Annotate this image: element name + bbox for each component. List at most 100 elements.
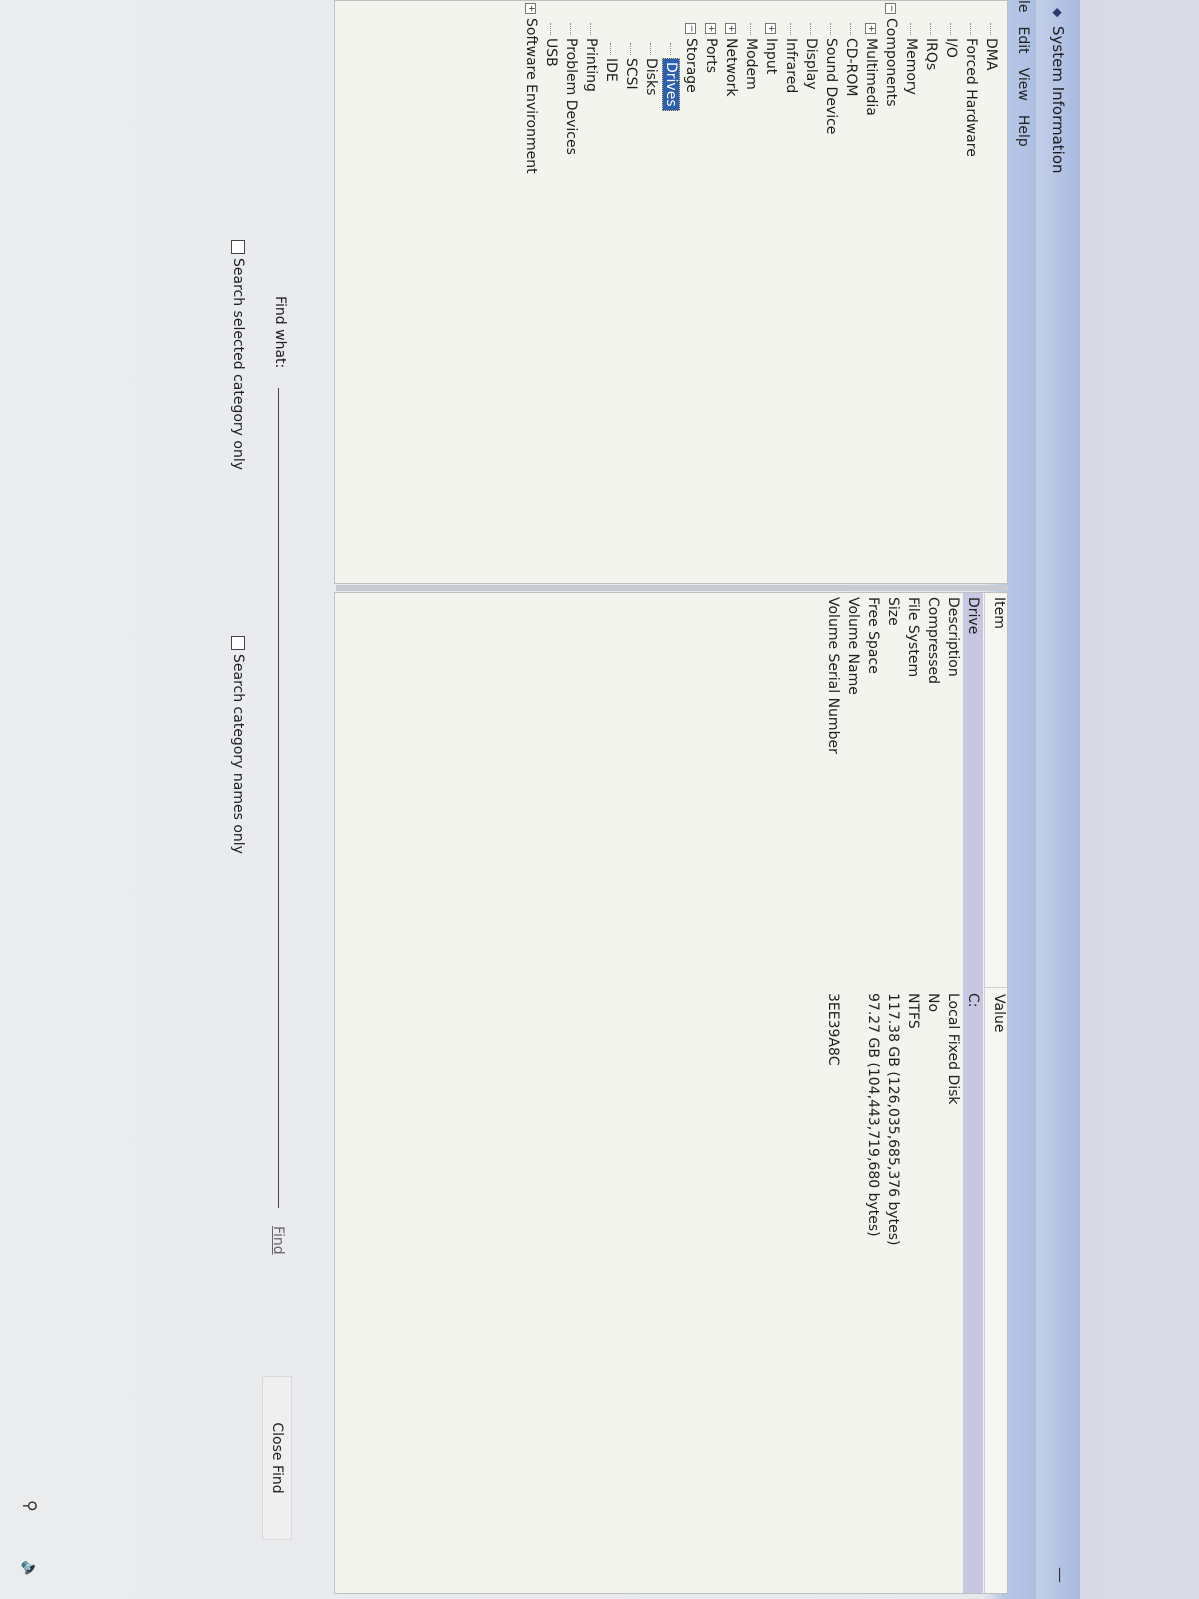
checkbox-box[interactable] [231,636,245,650]
item-cell: Compressed [925,597,941,685]
tree-item-label: Memory [903,38,919,95]
expand-icon[interactable]: + [705,23,717,34]
tree-connector [810,23,812,35]
tree-item-label: DMA [983,38,999,71]
tree-connector [610,43,612,55]
tree-item[interactable]: USB [541,23,561,67]
tree-item[interactable]: + Input [761,23,781,74]
expand-icon[interactable]: + [525,3,537,14]
item-cell: File System [905,597,921,678]
photo-background: hp ◆ System Information — le Edit View H… [0,0,1199,1599]
search-selected-category-checkbox[interactable]: Search selected category only [230,240,246,470]
collapse-icon[interactable]: − [685,23,697,34]
tray-network-icon[interactable]: ⚲ [21,1500,40,1512]
pane-splitter[interactable] [336,585,1008,591]
tree-item[interactable]: Drives [661,43,681,111]
tree-item[interactable]: IDE [601,43,621,82]
tree-item[interactable]: SCSI [621,43,641,90]
tree-item[interactable]: Display [801,23,821,90]
column-item-header[interactable]: Item [985,593,1007,988]
tree-item-label: Display [803,38,819,90]
tree-item[interactable]: DMA [981,23,1001,70]
main-content: DMA Forced Hardware I/O IRQs Memory − Componen… [328,0,1008,1599]
tree-item-label: Modem [743,38,759,90]
item-cell: Size [885,597,901,626]
details-row[interactable]: Drive C: [963,593,983,1593]
checkbox-label: Search selected category only [230,258,246,471]
tree-item[interactable]: Problem Devices [561,23,581,155]
tree-item[interactable]: IRQs [921,23,941,70]
tree-item[interactable]: + Ports [701,23,721,73]
tree-connector [630,43,632,55]
tree-connector [990,23,992,35]
tree-item-label: Network [723,38,739,97]
tree-item[interactable]: Modem [741,23,761,90]
tray-volume-icon[interactable]: 🔈 [21,1560,40,1580]
tree-connector [570,23,572,35]
details-row[interactable]: Free Space 97.27 GB (104,443,719,680 byte… [863,593,883,1593]
tree-item[interactable]: − Components [881,3,901,107]
tree-item[interactable]: Disks [641,43,661,95]
value-cell: C: [965,993,981,1008]
expand-icon[interactable]: + [765,23,777,34]
tree-item-label: Ports [703,38,719,74]
menu-edit[interactable]: Edit [1015,27,1031,54]
column-value-header[interactable]: Value [985,988,1007,1593]
tree-item[interactable]: + Software Environment [521,3,541,174]
tree-connector [930,23,932,35]
tree-connector [950,23,952,35]
expand-icon[interactable]: + [725,23,737,34]
tree-item-label: Disks [643,58,659,96]
tree-connector [790,23,792,35]
checkbox-label: Search category names only [230,654,246,854]
collapse-icon[interactable]: − [885,3,897,14]
tree-item[interactable]: + Multimedia [861,23,881,116]
menu-view[interactable]: View [1015,68,1031,101]
window-title: System Information [1049,26,1067,174]
tree-item[interactable]: I/O [941,23,961,58]
details-header: Item Value [984,593,1007,1593]
details-row[interactable]: File System NTFS [903,593,923,1593]
checkbox-box[interactable] [231,240,245,254]
tree-item[interactable]: − Storage [681,23,701,93]
tree-item-label: I/O [943,38,959,58]
tree-item[interactable]: Forced Hardware [961,23,981,157]
find-button[interactable]: Find [270,1226,286,1255]
expand-icon[interactable]: + [865,23,877,34]
tree-item-label: Storage [683,38,699,93]
details-row[interactable]: Description Local Fixed Disk [943,593,963,1593]
find-what-input[interactable] [278,388,280,1208]
tree-item-label: Infrared [783,38,799,94]
tree-item[interactable]: Memory [901,23,921,95]
details-row[interactable]: Size 117.38 GB (126,035,685,376 bytes) [883,593,903,1593]
details-row[interactable]: Volume Name [843,593,863,1593]
item-cell: Volume Serial Number [825,597,841,754]
tree-item-label: Multimedia [863,38,879,116]
details-row[interactable]: Compressed No [923,593,943,1593]
app-icon: ◆ [1051,8,1065,18]
menu-help[interactable]: Help [1015,115,1031,147]
tree-item[interactable]: + Network [721,23,741,96]
category-tree[interactable]: DMA Forced Hardware I/O IRQs Memory − Componen… [334,0,1008,584]
tree-item[interactable]: Printing [581,23,601,92]
minimize-button[interactable]: — [1051,1567,1070,1583]
value-cell: No [925,993,941,1013]
item-cell: Drive [965,597,981,635]
tree-connector [650,43,652,55]
find-what-label: Find what: [272,296,288,369]
tree-item[interactable]: Infrared [781,23,801,93]
tree-item-label: Sound Device [823,38,839,135]
details-row[interactable]: Volume Serial Number 3EE39A8C [823,593,843,1593]
item-cell: Free Space [865,597,881,674]
details-list[interactable]: Item Value Drive C: Description Local Fixed… [334,592,1008,1594]
close-find-button[interactable]: Close Find [262,1376,292,1540]
tree-connector [910,23,912,35]
menu-file[interactable]: le [1015,0,1031,13]
tree-item[interactable]: CD-ROM [841,23,861,96]
tree-item-label: Problem Devices [563,38,579,155]
tree-connector [750,23,752,35]
tree-item[interactable]: Sound Device [821,23,841,134]
title-bar: ◆ System Information — [1036,0,1080,1599]
search-category-names-checkbox[interactable]: Search category names only [230,636,246,854]
value-cell: Local Fixed Disk [945,993,961,1105]
